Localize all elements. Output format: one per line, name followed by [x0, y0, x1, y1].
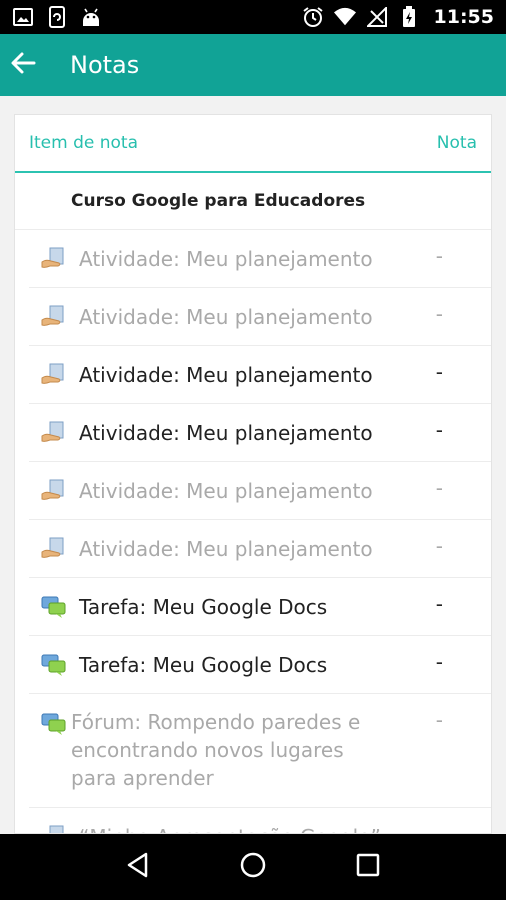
- chat-bubbles-icon: [41, 712, 67, 736]
- page-title: Notas: [70, 51, 140, 79]
- grade-item-label: Atividade: Meu planejamento: [79, 246, 373, 271]
- sync-phone-icon: [46, 6, 68, 28]
- table-header: Item de nota Nota: [15, 115, 491, 173]
- chat-bubbles-icon: [41, 595, 67, 619]
- course-row: Curso Google para Educadores: [15, 173, 491, 230]
- image-icon: [12, 6, 34, 28]
- status-time: 11:55: [433, 6, 494, 28]
- status-left-icons: [12, 6, 102, 28]
- grade-value: -: [435, 302, 443, 326]
- grade-item-label: Atividade: Meu planejamento: [79, 478, 373, 503]
- grade-item-row[interactable]: Tarefa: Meu Google Docs -: [29, 578, 491, 636]
- grade-value: -: [435, 650, 443, 674]
- document-icon: [41, 825, 67, 833]
- grade-item-row[interactable]: Atividade: Meu planejamento -: [29, 462, 491, 520]
- grade-item-label: Tarefa: Meu Google Docs: [79, 594, 328, 619]
- status-right-icons: 11:55: [302, 6, 494, 28]
- grade-value: -: [435, 592, 443, 616]
- grade-item-row[interactable]: Atividade: Meu planejamento -: [29, 404, 491, 462]
- document-hand-icon: [41, 537, 67, 561]
- back-triangle-icon: [126, 852, 150, 882]
- grade-item-row[interactable]: Fórum: Rompendo paredes e encontrando no…: [29, 694, 491, 808]
- wifi-icon: [333, 6, 356, 28]
- android-icon: [80, 6, 102, 28]
- chat-bubbles-icon: [41, 653, 67, 677]
- grade-item-label: Fórum: Rompendo paredes e encontrando no…: [71, 710, 361, 790]
- grade-item-label: Tarefa: Meu Google Docs: [79, 652, 328, 677]
- grade-item-label: Atividade: Meu planejamento: [79, 420, 373, 445]
- battery-charging-icon: [398, 6, 420, 28]
- navigation-bar: [0, 834, 506, 900]
- grade-item-row[interactable]: Atividade: Meu planejamento -: [29, 346, 491, 404]
- document-hand-icon: [41, 247, 67, 271]
- grade-item-row[interactable]: Atividade: Meu planejamento -: [29, 230, 491, 288]
- grade-item-label: Atividade: Meu planejamento: [79, 362, 373, 387]
- document-hand-icon: [41, 479, 67, 503]
- grade-value: -: [435, 418, 443, 442]
- signal-icon: [366, 6, 388, 28]
- grade-value: -: [435, 244, 443, 268]
- grade-value: -: [435, 360, 443, 384]
- document-hand-icon: [41, 363, 67, 387]
- column-header-grade: Nota: [436, 133, 477, 153]
- column-header-item: Item de nota: [29, 133, 139, 153]
- recents-square-icon: [356, 853, 380, 881]
- arrow-left-icon: [10, 51, 36, 79]
- home-circle-icon: [239, 851, 267, 883]
- grade-item-label: Atividade: Meu planejamento: [79, 536, 373, 561]
- grades-card: Item de nota Nota Curso Google para Educ…: [14, 114, 492, 834]
- grade-item-label: Atividade: Meu planejamento: [79, 304, 373, 329]
- nav-home-button[interactable]: [233, 847, 273, 887]
- grade-value: -: [435, 708, 443, 732]
- grade-item-row[interactable]: Tarefa: Meu Google Docs -: [29, 636, 491, 694]
- grade-item-row[interactable]: Atividade: Meu planejamento -: [29, 520, 491, 578]
- course-title: Curso Google para Educadores: [71, 191, 366, 211]
- document-hand-icon: [41, 421, 67, 445]
- grade-value: -: [435, 476, 443, 500]
- grade-value: -: [435, 534, 443, 558]
- app-bar: Notas: [0, 34, 506, 96]
- alarm-icon: [302, 6, 324, 28]
- grade-item-row[interactable]: “Minha Apresentação Google”: [29, 808, 491, 834]
- grade-item-label: “Minha Apresentação Google”: [79, 823, 419, 834]
- grade-item-row[interactable]: Atividade: Meu planejamento -: [29, 288, 491, 346]
- nav-back-button[interactable]: [118, 847, 158, 887]
- status-bar: 11:55: [0, 0, 506, 34]
- back-button[interactable]: [0, 34, 46, 96]
- nav-recents-button[interactable]: [348, 847, 388, 887]
- document-hand-icon: [41, 305, 67, 329]
